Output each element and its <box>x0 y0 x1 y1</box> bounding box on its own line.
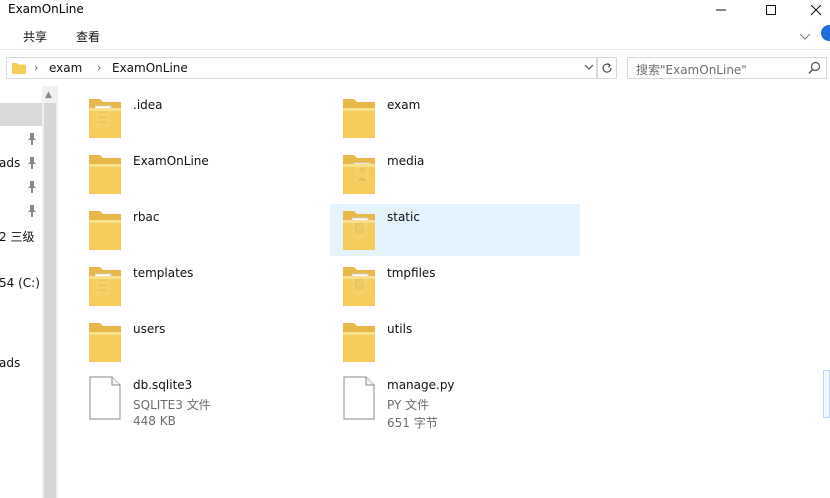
folder-with-pages-icon <box>88 96 122 140</box>
title-bar: ExamOnLine <box>0 0 830 20</box>
folder-icon <box>342 320 376 364</box>
breadcrumb-examonline[interactable]: ExamOnLine <box>112 61 188 75</box>
item-name: exam <box>387 98 421 112</box>
close-button[interactable] <box>793 0 830 20</box>
chevron-right-icon[interactable]: › <box>34 61 38 74</box>
folder-item-idea[interactable]: .idea <box>82 92 332 144</box>
chevron-down-icon[interactable] <box>799 29 811 43</box>
item-name: db.sqlite3 <box>133 378 193 392</box>
address-dropdown-icon[interactable] <box>584 60 594 77</box>
search-box[interactable]: 搜索"ExamOnLine" <box>627 57 827 79</box>
nav-item-downloads-2[interactable]: ads <box>0 356 20 370</box>
pin-icon[interactable] <box>27 181 37 193</box>
breadcrumb-exam[interactable]: exam <box>49 61 82 75</box>
item-size: 448 KB <box>133 414 176 428</box>
maximize-icon <box>766 5 776 15</box>
folder-item-examonline[interactable]: ExamOnLine <box>82 148 332 200</box>
folder-icon <box>12 63 26 74</box>
folder-item-exam[interactable]: exam <box>336 92 586 144</box>
item-name: .idea <box>133 98 163 112</box>
nav-selected-item[interactable] <box>0 103 42 126</box>
nav-scrollbar-thumb[interactable] <box>44 103 56 498</box>
pin-icon[interactable] <box>27 133 37 145</box>
blank-file-icon <box>88 376 122 420</box>
search-icon[interactable] <box>808 61 821 75</box>
tab-view[interactable]: 查看 <box>76 28 100 45</box>
folder-item-templates[interactable]: templates <box>82 260 332 312</box>
tab-share[interactable]: 共享 <box>23 28 47 45</box>
folder-item-tmpfiles[interactable]: Wtmpfiles <box>336 260 586 312</box>
item-name: media <box>387 154 425 168</box>
file-item-db-sqlite3[interactable]: db.sqlite3 SQLITE3 文件 448 KB <box>82 372 332 428</box>
folder-item-rbac[interactable]: rbac <box>82 204 332 256</box>
minimize-button[interactable] <box>698 0 744 20</box>
folder-item-static[interactable]: Wstatic <box>330 204 580 256</box>
item-name: tmpfiles <box>387 266 436 280</box>
item-type: SQLITE3 文件 <box>133 398 211 412</box>
side-panel-handle[interactable] <box>823 370 830 418</box>
refresh-button[interactable] <box>597 57 617 79</box>
folder-icon <box>88 152 122 196</box>
ribbon: 共享 查看 <box>0 22 830 50</box>
nav-item-folder[interactable]: 2 三级 <box>0 228 34 245</box>
item-type: PY 文件 <box>387 398 430 412</box>
item-name: static <box>387 210 420 224</box>
blank-file-icon <box>342 376 376 420</box>
folder-icon <box>342 96 376 140</box>
close-icon <box>811 5 821 15</box>
folder-with-photo-icon <box>342 152 376 196</box>
item-name: manage.py <box>387 378 455 392</box>
pin-icon[interactable] <box>27 205 37 217</box>
item-name: rbac <box>133 210 160 224</box>
folder-item-media[interactable]: media <box>336 148 586 200</box>
help-icon[interactable] <box>821 25 830 41</box>
folder-item-utils[interactable]: utils <box>336 316 586 368</box>
maximize-button[interactable] <box>748 0 794 20</box>
folder-icon <box>88 320 122 364</box>
window-title: ExamOnLine <box>8 2 84 16</box>
file-item-manage-py[interactable]: manage.py PY 文件 651 字节 <box>336 372 586 430</box>
address-bar[interactable]: › exam › ExamOnLine <box>6 57 597 79</box>
item-name: ExamOnLine <box>133 154 209 168</box>
search-input[interactable]: 搜索"ExamOnLine" <box>636 61 747 78</box>
minimize-icon <box>716 9 726 11</box>
refresh-icon <box>602 63 612 73</box>
item-name: utils <box>387 322 413 336</box>
folder-item-users[interactable]: users <box>82 316 332 368</box>
nav-item-downloads[interactable]: ads <box>0 156 20 170</box>
item-size: 651 字节 <box>387 416 438 430</box>
folder-with-document-icon: W <box>342 264 376 308</box>
folder-with-document-icon: W <box>342 208 376 252</box>
item-name: users <box>133 322 166 336</box>
chevron-right-icon[interactable]: › <box>97 61 101 74</box>
nav-item-drive-c[interactable]: 54 (C:) <box>0 276 40 290</box>
item-name: templates <box>133 266 194 280</box>
folder-icon <box>88 208 122 252</box>
scroll-up-icon[interactable]: ▲ <box>45 90 52 100</box>
folder-with-pages-icon <box>88 264 122 308</box>
pin-icon[interactable] <box>27 157 37 169</box>
